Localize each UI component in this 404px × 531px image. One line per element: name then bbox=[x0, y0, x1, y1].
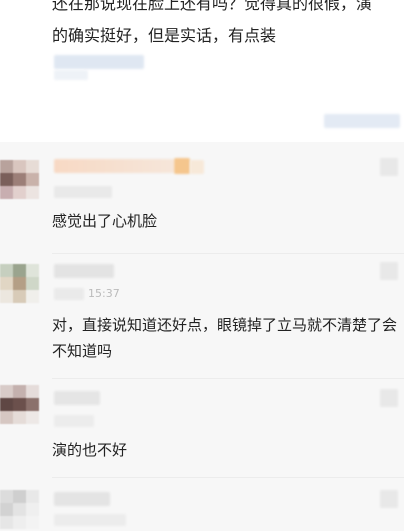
username-blurred[interactable] bbox=[54, 391, 100, 405]
like-icon[interactable] bbox=[380, 389, 398, 407]
like-icon[interactable] bbox=[380, 158, 398, 176]
avatar[interactable] bbox=[0, 160, 40, 200]
avatar[interactable] bbox=[0, 264, 40, 304]
like-icon[interactable] bbox=[380, 262, 398, 280]
divider bbox=[52, 477, 404, 478]
post-card: 还在那说现在脸上还有吗？觉得真的很假，演 的确实挺好，但是实话，有点装 bbox=[0, 0, 404, 142]
post-action-blurred[interactable] bbox=[324, 114, 400, 128]
post-meta-blurred bbox=[54, 55, 144, 69]
comment-list: 感觉出了心机脸 15:37 对，直接说知道还好点，眼镜掉了立马就不清楚了会 不知… bbox=[0, 142, 404, 531]
post-text-line-2: 的确实挺好，但是实话，有点装 bbox=[52, 26, 277, 45]
divider bbox=[52, 253, 404, 254]
post-text: 还在那说现在脸上还有吗？觉得真的很假，演 的确实挺好，但是实话，有点装 bbox=[52, 0, 404, 52]
comment-meta-blurred bbox=[54, 288, 84, 300]
username-blurred[interactable] bbox=[54, 264, 114, 278]
username-blurred[interactable] bbox=[54, 159, 174, 173]
like-icon[interactable] bbox=[380, 490, 398, 508]
comment-meta-blurred bbox=[54, 186, 112, 198]
post-meta-blurred-2 bbox=[54, 70, 88, 80]
comment-text: 演的也不好 bbox=[52, 441, 128, 459]
comment-time: 15:37 bbox=[88, 287, 120, 300]
username-blurred[interactable] bbox=[54, 492, 110, 506]
comment-text: 感觉出了心机脸 bbox=[52, 212, 158, 230]
avatar[interactable] bbox=[0, 490, 40, 530]
avatar[interactable] bbox=[0, 385, 40, 425]
divider bbox=[52, 378, 404, 379]
username-blurred-2 bbox=[190, 160, 204, 174]
post-text-line-1: 还在那说现在脸上还有吗？觉得真的很假，演 bbox=[52, 0, 373, 13]
badge-blurred bbox=[174, 158, 190, 174]
comment-meta-blurred bbox=[54, 514, 126, 526]
comment-meta-blurred bbox=[54, 415, 94, 427]
comment-text: 对，直接说知道还好点，眼镜掉了立马就不清楚了会 不知道吗 bbox=[52, 316, 398, 360]
